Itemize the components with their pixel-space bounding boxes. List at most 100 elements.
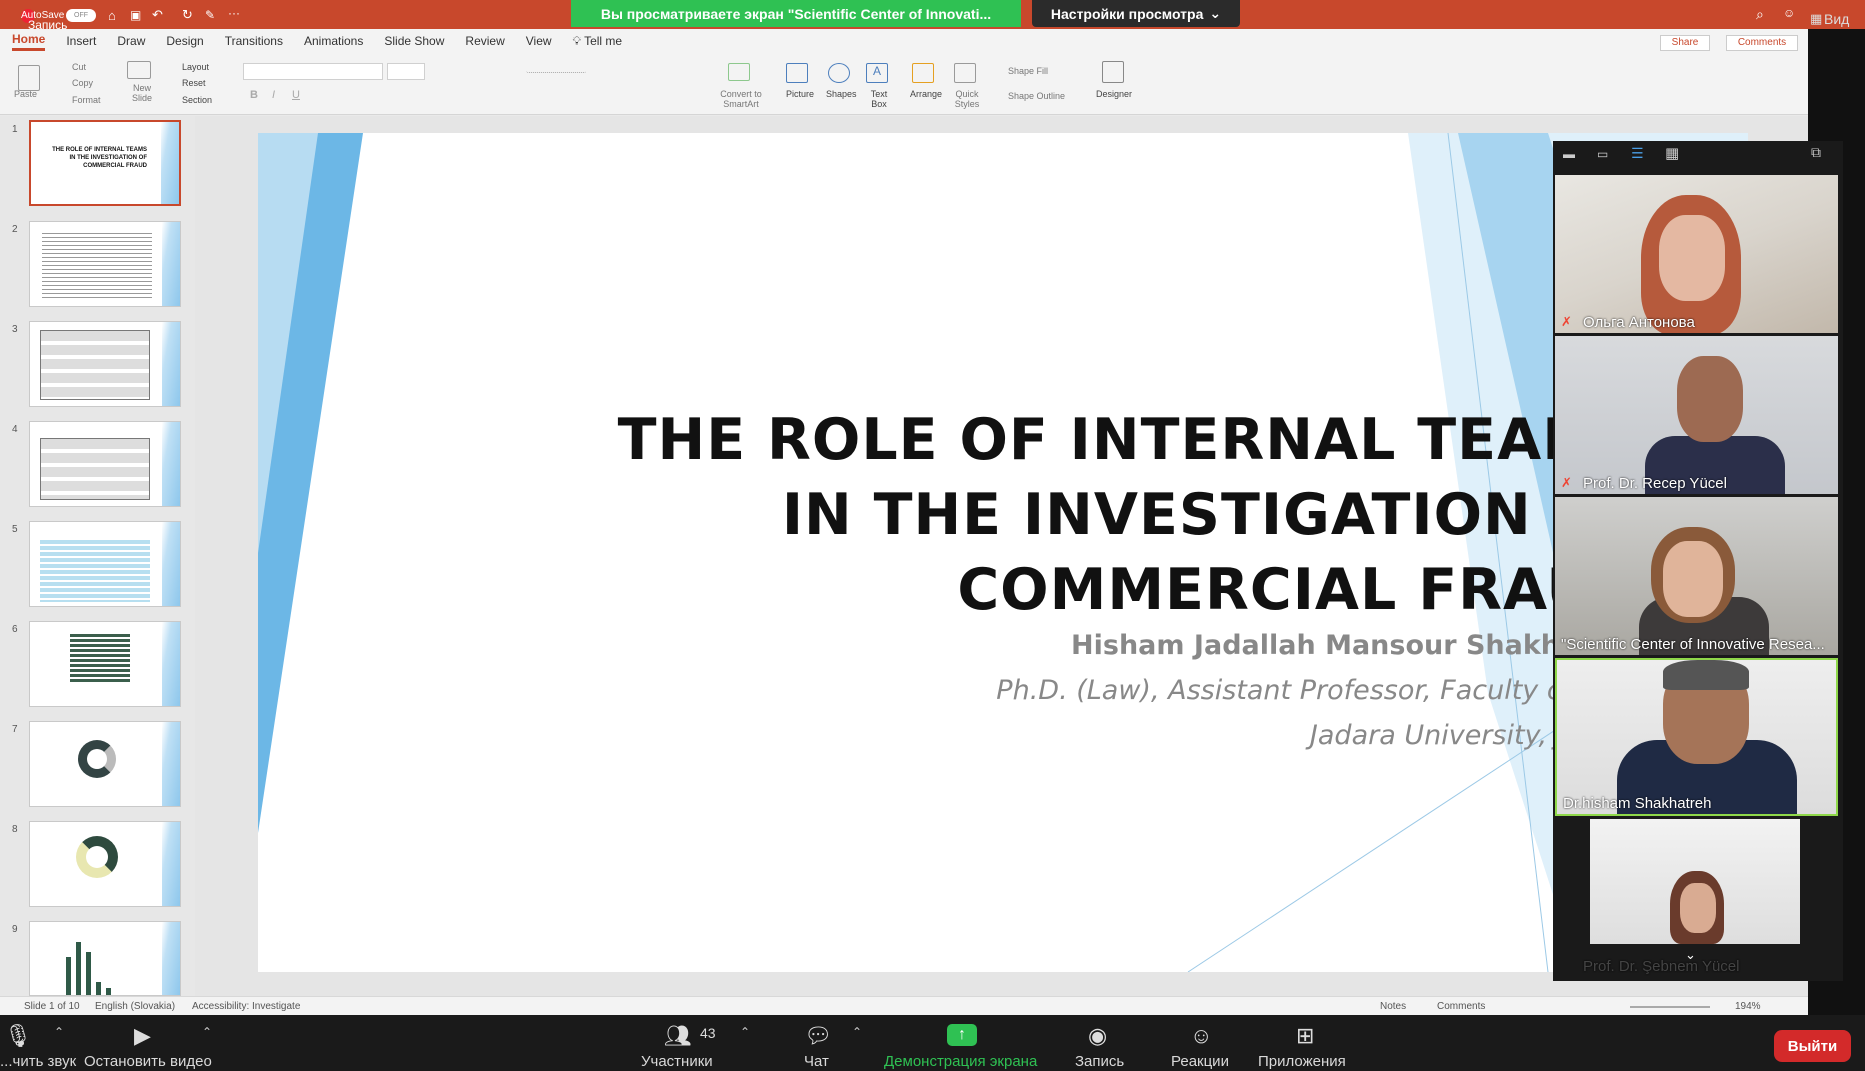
chevron-up-icon[interactable]: ⌃	[54, 1025, 64, 1039]
undo-icon[interactable]: ↶	[152, 7, 163, 23]
slide-thumbnail-2[interactable]	[29, 221, 181, 307]
slide-affiliation-1[interactable]: Ph.D. (Law), Assistant Professor, Facult…	[996, 675, 1642, 706]
participant-hair	[1663, 660, 1749, 690]
autosave-toggle[interactable]: OFF	[66, 9, 96, 22]
view-settings-button[interactable]: Настройки просмотра ⌄	[1032, 0, 1240, 27]
customize-icon[interactable]: ✎	[205, 8, 215, 22]
cut-button[interactable]: Cut	[72, 62, 86, 72]
chevron-up-icon[interactable]: ⌃	[202, 1025, 212, 1039]
minimize-icon[interactable]: ▬	[1563, 147, 1575, 161]
comments-button[interactable]: Comments	[1726, 35, 1798, 51]
slide-thumbnail-4[interactable]	[29, 421, 181, 507]
slide-thumbnail-5[interactable]	[29, 521, 181, 607]
gallery-view-icon[interactable]: ▦	[1665, 144, 1679, 162]
italic-icon[interactable]: I	[272, 89, 275, 101]
tell-me[interactable]: 💡︎ Tell me	[573, 34, 623, 49]
redo-icon[interactable]: ↻	[182, 7, 193, 23]
zoom-slider[interactable]	[1630, 1006, 1710, 1008]
participant-tile[interactable]: ✗ Ольга Антонова	[1555, 175, 1838, 333]
font-size-select[interactable]	[387, 63, 425, 80]
tab-slide-show[interactable]: Slide Show	[384, 34, 444, 48]
record-icon[interactable]: ◉	[1088, 1023, 1107, 1049]
share-button[interactable]: Share	[1660, 35, 1710, 51]
chevron-up-icon[interactable]: ⌃	[740, 1025, 750, 1039]
zoom-level[interactable]: 194%	[1735, 1001, 1761, 1012]
search-icon[interactable]: ⌕	[1756, 6, 1764, 23]
format-painter-button[interactable]: Format	[72, 95, 101, 105]
shape-fill-button[interactable]: Shape Fill	[1008, 66, 1048, 76]
participant-tile[interactable]: "Scientific Center of Innovative Resea..…	[1555, 497, 1838, 655]
slide-thumbnail-3[interactable]	[29, 321, 181, 407]
language-status[interactable]: English (Slovakia)	[95, 1001, 175, 1012]
accessibility-status[interactable]: Accessibility: Investigate	[192, 1001, 300, 1012]
record-button[interactable]: Запись	[1075, 1053, 1124, 1070]
copy-button[interactable]: Copy	[72, 78, 93, 88]
notes-button[interactable]: Notes	[1380, 1001, 1406, 1012]
section-button[interactable]: Section	[182, 95, 212, 105]
slide-thumbnail-9[interactable]	[29, 921, 181, 996]
share-screen-icon[interactable]: ↑	[947, 1024, 977, 1046]
slide-thumbnail-6[interactable]	[29, 621, 181, 707]
status-comments-button[interactable]: Comments	[1437, 1001, 1485, 1012]
chevron-up-icon[interactable]: ⌃	[852, 1025, 862, 1039]
tab-home[interactable]: Home	[12, 32, 46, 51]
shapes-icon[interactable]	[828, 63, 850, 83]
slide-title[interactable]: THE ROLE OF INTERNAL TEAMS IN THE INVEST…	[542, 403, 1642, 628]
home-icon[interactable]: ⌂	[108, 8, 116, 23]
slide-thumbnail-1[interactable]: THE ROLE OF INTERNAL TEAMS IN THE INVEST…	[29, 120, 181, 206]
participant-face	[1663, 541, 1723, 617]
slide-thumbnail-8[interactable]	[29, 821, 181, 907]
arrange-icon[interactable]	[912, 63, 934, 83]
tab-animations[interactable]: Animations	[304, 34, 363, 48]
font-name-select[interactable]	[243, 63, 383, 80]
paste-icon[interactable]	[18, 65, 40, 91]
reactions-icon[interactable]: ☺	[1190, 1023, 1212, 1049]
tab-draw[interactable]: Draw	[117, 34, 145, 48]
quick-styles-icon[interactable]	[954, 63, 976, 83]
paragraph-tools[interactable]	[526, 63, 586, 73]
participants-button[interactable]: Участники	[641, 1053, 713, 1070]
more-icon[interactable]: ···	[228, 6, 240, 20]
apps-button[interactable]: Приложения	[1258, 1053, 1346, 1070]
view-label[interactable]: Вид	[1824, 11, 1849, 27]
share-screen-button[interactable]: Демонстрация экрана	[884, 1053, 1037, 1070]
view-icon[interactable]: ▦	[1810, 11, 1822, 27]
participants-icon[interactable]: 👥︎	[664, 1023, 692, 1049]
smartart-icon[interactable]	[728, 63, 750, 81]
pop-out-icon[interactable]: ⧉	[1811, 144, 1821, 161]
speaker-view-icon[interactable]: ▭	[1597, 147, 1608, 161]
current-slide[interactable]: THE ROLE OF INTERNAL TEAMS IN THE INVEST…	[258, 133, 1748, 972]
participant-tile[interactable]: ✗ Prof. Dr. Recep Yücel	[1555, 336, 1838, 494]
underline-icon[interactable]: U	[292, 89, 300, 101]
apps-icon[interactable]: ⊞	[1296, 1023, 1314, 1049]
audio-button-label[interactable]: ...чить звук	[0, 1053, 76, 1070]
mic-icon[interactable]: 🎙︎	[4, 1023, 32, 1049]
tab-insert[interactable]: Insert	[66, 34, 96, 48]
shape-outline-button[interactable]: Shape Outline	[1008, 91, 1065, 101]
tab-design[interactable]: Design	[166, 34, 203, 48]
slide-thumbnail-7[interactable]	[29, 721, 181, 807]
participant-tile[interactable]: ⌄ Prof. Dr. Şebnem Yücel	[1555, 819, 1838, 977]
designer-icon[interactable]	[1102, 61, 1124, 83]
stop-video-button[interactable]: Остановить видео	[84, 1053, 212, 1070]
reactions-button[interactable]: Реакции	[1171, 1053, 1229, 1070]
reset-button[interactable]: Reset	[182, 78, 206, 88]
chat-button[interactable]: Чат	[804, 1053, 829, 1070]
textbox-icon[interactable]: A	[866, 63, 888, 83]
new-slide-icon[interactable]	[127, 61, 151, 79]
chat-icon[interactable]: 💬︎	[804, 1023, 832, 1049]
account-icon[interactable]: ☺	[1783, 6, 1795, 20]
participant-video	[1590, 819, 1800, 944]
tab-transitions[interactable]: Transitions	[225, 34, 283, 48]
tab-review[interactable]: Review	[465, 34, 504, 48]
layout-button[interactable]: Layout	[182, 62, 209, 72]
picture-icon[interactable]	[786, 63, 808, 83]
tab-view[interactable]: View	[526, 34, 552, 48]
leave-button[interactable]: Выйти	[1774, 1030, 1851, 1062]
strip-view-icon[interactable]: ☰	[1631, 145, 1644, 162]
save-icon[interactable]: ▣	[130, 8, 141, 22]
video-camera-icon[interactable]: ▶︎	[134, 1023, 151, 1049]
participant-tile-active-speaker[interactable]: Dr.hisham Shakhatreh	[1555, 658, 1838, 816]
bold-icon[interactable]: B	[250, 89, 258, 101]
thumb-number: 5	[12, 524, 18, 535]
